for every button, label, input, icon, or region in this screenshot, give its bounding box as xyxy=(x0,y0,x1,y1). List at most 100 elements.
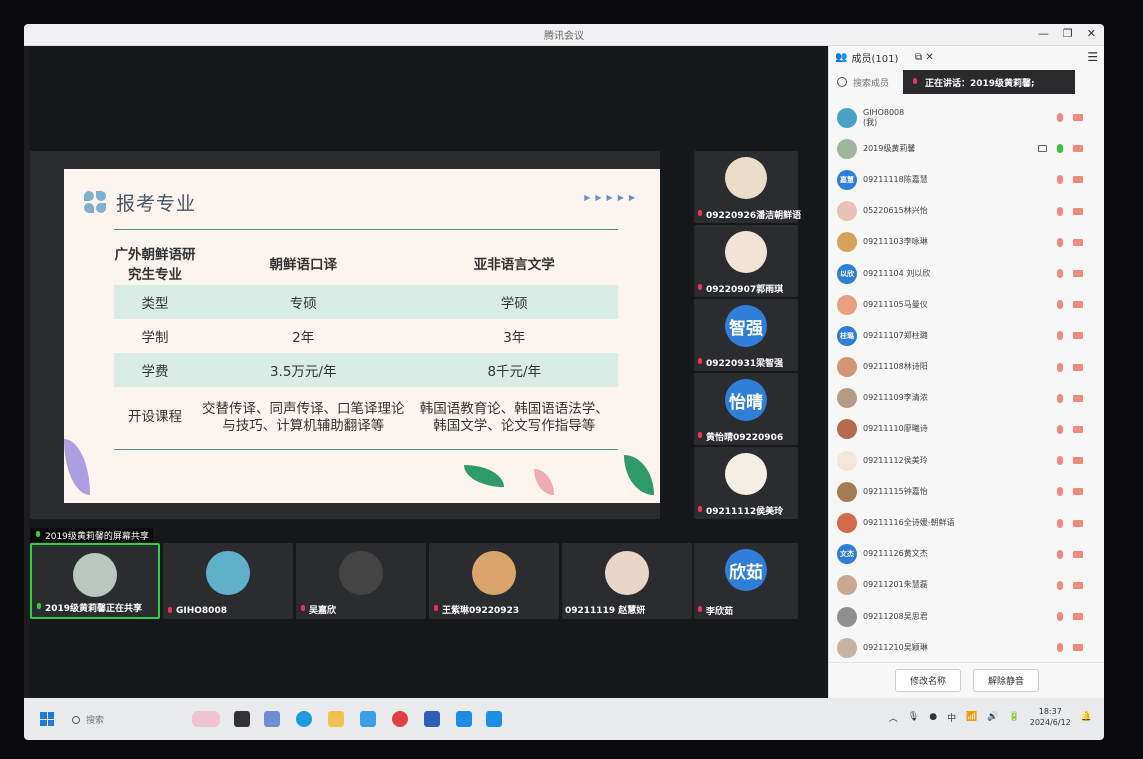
member-row[interactable]: 09211110廖曦诗 xyxy=(829,414,1104,445)
notification-bell-icon[interactable]: 🔔 xyxy=(1081,712,1092,722)
volume-icon[interactable]: 🔊 xyxy=(987,712,998,722)
file-explorer-icon[interactable] xyxy=(328,711,344,727)
clock[interactable]: 18:37 2024/6/12 xyxy=(1030,706,1071,728)
member-row[interactable]: 09211112侯美玲 xyxy=(829,445,1104,476)
mic-muted-icon[interactable] xyxy=(1057,237,1063,247)
mic-muted-icon[interactable] xyxy=(1057,456,1063,466)
member-row[interactable]: GIHO8008 (我) xyxy=(829,102,1104,133)
tencent-meeting-icon[interactable] xyxy=(456,711,472,727)
member-row[interactable]: 09211109李清浓 xyxy=(829,383,1104,414)
participant-tile[interactable]: 吴嘉欣 xyxy=(296,543,426,619)
avatar xyxy=(605,551,649,595)
camera-off-icon[interactable] xyxy=(1073,207,1083,215)
camera-off-icon[interactable] xyxy=(1073,394,1083,402)
participant-tile[interactable]: 09220907郭雨琪 xyxy=(694,225,798,297)
camera-off-icon[interactable] xyxy=(1073,238,1083,246)
camera-off-icon[interactable] xyxy=(1073,581,1083,589)
mic-muted-icon[interactable] xyxy=(1057,300,1063,310)
camera-off-icon[interactable] xyxy=(1073,145,1083,153)
search-input[interactable]: 搜索成员 xyxy=(853,76,889,89)
participant-tile[interactable]: 智强 09220931梁智强 xyxy=(694,299,798,371)
minimize-icon[interactable]: — xyxy=(1038,27,1049,40)
member-row[interactable]: 以欣 09211104 刘以欣 xyxy=(829,258,1104,289)
table-cell: 开设课程 xyxy=(114,387,196,450)
member-row[interactable]: 09211115钟嘉怡 xyxy=(829,476,1104,507)
store-icon[interactable] xyxy=(360,711,376,727)
widget-icon[interactable] xyxy=(192,711,220,727)
windows-start-icon[interactable] xyxy=(40,712,54,726)
camera-off-icon[interactable] xyxy=(1073,488,1083,496)
mic-muted-icon[interactable] xyxy=(1057,362,1063,372)
camera-off-icon[interactable] xyxy=(1073,176,1083,184)
camera-off-icon[interactable] xyxy=(1073,644,1083,652)
participant-tile-active[interactable]: 2019级黄莉馨正在共享 xyxy=(30,543,160,619)
member-row[interactable]: 05220615林兴怡 xyxy=(829,196,1104,227)
battery-icon[interactable]: 🔋 xyxy=(1009,712,1020,722)
mic-on-icon[interactable] xyxy=(1057,144,1063,154)
avatar xyxy=(837,357,857,378)
mic-muted-icon[interactable] xyxy=(1057,643,1063,653)
mic-muted-icon[interactable] xyxy=(1057,580,1063,590)
participant-tile[interactable]: 王紫琳09220923 xyxy=(429,543,559,619)
participant-tile[interactable]: 09211112侯美玲 xyxy=(694,447,798,519)
camera-off-icon[interactable] xyxy=(1073,457,1083,465)
rename-button[interactable]: 修改名称 xyxy=(894,669,961,692)
participant-tile[interactable]: 欣茹 李欣茹 xyxy=(694,543,798,619)
member-row[interactable]: 09211210吴颖琳 xyxy=(829,632,1104,663)
participant-tile[interactable]: 怡晴 黄怡晴09220906 xyxy=(694,373,798,445)
camera-off-icon[interactable] xyxy=(1073,301,1083,309)
camera-off-icon[interactable] xyxy=(1073,332,1083,340)
participant-tile[interactable]: 09220926潘洁朝鲜语 xyxy=(694,151,801,223)
chat-icon[interactable] xyxy=(264,711,280,727)
member-row[interactable]: 09211105马曼仪 xyxy=(829,289,1104,320)
chevron-up-icon[interactable]: ︿ xyxy=(889,711,898,724)
member-row[interactable]: 嘉慧 09211118陈嘉慧 xyxy=(829,164,1104,195)
mic-muted-icon[interactable] xyxy=(1057,487,1063,497)
mic-muted-icon[interactable] xyxy=(1057,269,1063,279)
member-row[interactable]: 09211108林诗阳 xyxy=(829,352,1104,383)
taskbar-search[interactable]: 搜索 xyxy=(72,713,104,726)
mic-muted-icon[interactable] xyxy=(1057,206,1063,216)
record-icon[interactable]: ● xyxy=(929,712,937,722)
mic-muted-icon[interactable] xyxy=(1057,612,1063,622)
ime-indicator[interactable]: 中 xyxy=(947,711,956,724)
camera-off-icon[interactable] xyxy=(1073,114,1083,122)
participant-tile[interactable]: 09211119 赵慧妍 xyxy=(562,543,692,619)
member-row[interactable]: 09211208吴思君 xyxy=(829,601,1104,632)
camera-off-icon[interactable] xyxy=(1073,270,1083,278)
mic-muted-icon[interactable] xyxy=(1057,331,1063,341)
member-row[interactable]: 柱璐 09211107郑柱璐 xyxy=(829,320,1104,351)
camera-off-icon[interactable] xyxy=(1073,519,1083,527)
mic-muted-icon[interactable] xyxy=(1057,549,1063,559)
mic-muted-icon[interactable] xyxy=(1057,424,1063,434)
tencent-meeting-icon[interactable] xyxy=(486,711,502,727)
close-panel-icon[interactable]: ✕ xyxy=(925,52,933,63)
mic-muted-icon[interactable] xyxy=(1057,175,1063,185)
camera-off-icon[interactable] xyxy=(1073,425,1083,433)
member-row[interactable]: 2019级黄莉馨 xyxy=(829,133,1104,164)
task-view-icon[interactable] xyxy=(234,711,250,727)
mic-muted-icon[interactable] xyxy=(1057,518,1063,528)
word-icon[interactable] xyxy=(424,711,440,727)
menu-icon[interactable]: ☰ xyxy=(1087,50,1098,64)
edge-icon[interactable] xyxy=(296,711,312,727)
member-row[interactable]: 09211116全诗媛-朝鲜语 xyxy=(829,507,1104,538)
mic-muted-icon[interactable] xyxy=(1057,393,1063,403)
mic-tray-icon[interactable]: 🎙 xyxy=(908,712,919,722)
camera-off-icon[interactable] xyxy=(1073,550,1083,558)
member-name: 09211112侯美玲 xyxy=(863,455,928,465)
participant-tile[interactable]: GIHO8008 xyxy=(163,543,293,619)
close-icon[interactable]: ✕ xyxy=(1087,27,1096,40)
popout-icon[interactable]: ⧉ xyxy=(915,52,922,63)
unmute-button[interactable]: 解除静音 xyxy=(973,669,1040,692)
member-row[interactable]: 09211103李咏琳 xyxy=(829,227,1104,258)
member-search[interactable]: 搜索成员 正在讲话：2019级黄莉馨; xyxy=(829,68,1104,96)
camera-off-icon[interactable] xyxy=(1073,363,1083,371)
member-row[interactable]: 09211201朱慧磊 xyxy=(829,570,1104,601)
restore-icon[interactable]: ❐ xyxy=(1063,27,1073,40)
camera-off-icon[interactable] xyxy=(1073,613,1083,621)
qq-icon[interactable] xyxy=(392,711,408,727)
member-row[interactable]: 文杰 09211126黄文杰 xyxy=(829,539,1104,570)
wifi-icon[interactable]: 📶 xyxy=(966,712,977,722)
mic-muted-icon[interactable] xyxy=(1057,113,1063,123)
